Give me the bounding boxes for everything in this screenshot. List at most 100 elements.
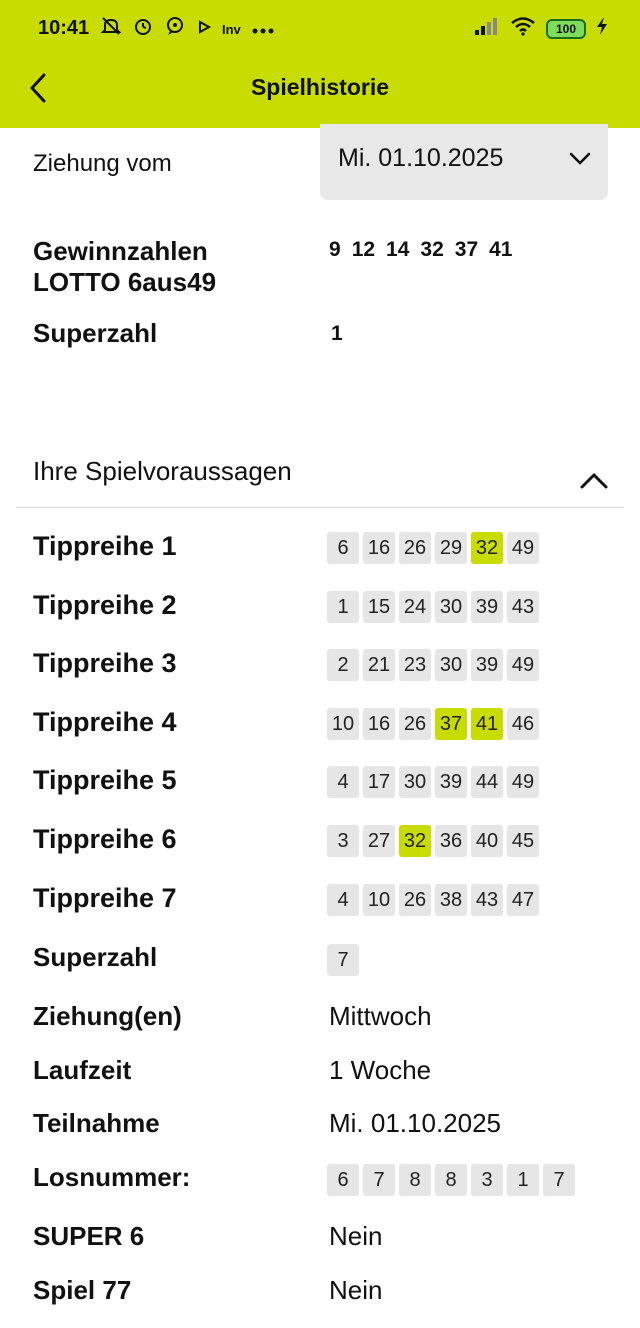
number-chip: 16 xyxy=(363,532,395,564)
number-chip: 6 xyxy=(327,532,359,564)
teilnahme-label: Teilnahme xyxy=(33,1108,160,1138)
spiel77-value: Nein xyxy=(329,1275,383,1305)
play-icon xyxy=(196,18,212,42)
digit-chip: 6 xyxy=(327,1164,359,1196)
number-chip: 26 xyxy=(399,884,431,916)
draw-superzahl-label: Superzahl xyxy=(33,318,158,348)
prediction-row-label: Tippreihe 6 xyxy=(33,824,177,854)
prediction-row-label: Tippreihe 7 xyxy=(33,883,177,913)
number-chip: 47 xyxy=(507,884,539,916)
number-chip: 2 xyxy=(327,649,359,681)
number-chip: 23 xyxy=(399,649,431,681)
number-chip: 49 xyxy=(507,649,539,681)
digit-chip: 7 xyxy=(363,1164,395,1196)
losnummer-label: Losnummer: xyxy=(33,1162,191,1192)
number-chip: 24 xyxy=(399,591,431,623)
winning-number: 9 xyxy=(329,238,341,261)
number-chip: 44 xyxy=(471,766,503,798)
wifi-icon xyxy=(510,16,536,41)
prediction-numbers: 4 17 30 39 44 49 xyxy=(327,766,539,798)
digit-chip: 8 xyxy=(435,1164,467,1196)
super6-label: SUPER 6 xyxy=(33,1221,145,1251)
number-chip: 1 xyxy=(327,591,359,623)
winning-numbers-label: Gewinnzahlen LOTTO 6aus49 xyxy=(33,236,216,298)
number-chip-match: 41 xyxy=(471,708,503,740)
winning-number: 37 xyxy=(454,238,479,261)
collapse-section-button[interactable] xyxy=(578,470,610,497)
digit-chip: 1 xyxy=(507,1164,539,1196)
page-title: Spielhistorie xyxy=(250,74,390,100)
number-chip: 43 xyxy=(507,591,539,623)
prediction-row: Tippreihe 7 4 10 26 38 43 47 xyxy=(33,883,613,923)
number-chip: 26 xyxy=(399,708,431,740)
number-chip: 10 xyxy=(363,884,395,916)
winning-number: 12 xyxy=(351,238,376,261)
number-chip-match: 32 xyxy=(399,825,431,857)
prediction-numbers: 2 21 23 30 39 49 xyxy=(327,649,539,681)
number-chip: 39 xyxy=(435,766,467,798)
status-icons: Inv xyxy=(100,15,275,44)
chevron-up-icon xyxy=(580,473,608,489)
spiel77-label: Spiel 77 xyxy=(33,1275,132,1305)
prediction-row-label: Tippreihe 3 xyxy=(33,648,177,678)
winning-numbers-label-line2: LOTTO 6aus49 xyxy=(33,267,217,297)
draw-date-select[interactable]: Mi. 01.10.2025 xyxy=(320,124,608,200)
ziehungen-value: Mittwoch xyxy=(329,1001,432,1031)
number-chip: 10 xyxy=(327,708,359,740)
prediction-row: Tippreihe 6 3 27 32 36 40 45 xyxy=(33,824,613,864)
number-chip: 3 xyxy=(327,825,359,857)
number-chip: 46 xyxy=(507,708,539,740)
charging-bolt-icon xyxy=(596,16,608,41)
number-chip: 45 xyxy=(507,825,539,857)
losnummer-digits: 6 7 8 8 3 1 7 xyxy=(327,1164,575,1196)
inv-badge: Inv xyxy=(222,21,241,37)
prediction-numbers: 4 10 26 38 43 47 xyxy=(327,884,539,916)
prediction-row: Tippreihe 5 4 17 30 39 44 49 xyxy=(33,765,613,805)
laufzeit-label: Laufzeit xyxy=(33,1055,132,1085)
number-chip: 26 xyxy=(399,532,431,564)
number-chip: 16 xyxy=(363,708,395,740)
digit-chip: 8 xyxy=(399,1164,431,1196)
prediction-row: Tippreihe 4 10 16 26 37 41 46 xyxy=(33,707,613,747)
prediction-row: Tippreihe 1 6 16 26 29 32 49 xyxy=(33,531,613,571)
chevron-down-icon xyxy=(568,150,592,171)
prediction-row-label: Tippreihe 2 xyxy=(33,590,177,620)
prediction-row: Tippreihe 3 2 21 23 30 39 49 xyxy=(33,648,613,688)
winning-number: 41 xyxy=(489,238,513,261)
number-chip: 30 xyxy=(435,649,467,681)
teilnahme-value: Mi. 01.10.2025 xyxy=(329,1108,502,1138)
winning-numbers-label-line1: Gewinnzahlen xyxy=(33,236,208,266)
battery-indicator: 100 xyxy=(546,18,586,39)
digit-chip: 7 xyxy=(543,1164,575,1196)
prediction-numbers: 1 15 24 30 39 43 xyxy=(327,591,539,623)
number-chip: 49 xyxy=(507,766,539,798)
number-chip: 15 xyxy=(363,591,395,623)
number-chip: 27 xyxy=(363,825,395,857)
draw-date-value: Mi. 01.10.2025 xyxy=(338,144,504,172)
number-chip: 30 xyxy=(435,591,467,623)
prediction-row-label: Tippreihe 4 xyxy=(33,707,177,737)
number-chip: 29 xyxy=(435,532,467,564)
prediction-row: Tippreihe 2 1 15 24 30 39 43 xyxy=(33,590,613,630)
number-chip: 43 xyxy=(471,884,503,916)
number-chip-match: 32 xyxy=(471,532,503,564)
muted-notification-icon xyxy=(100,15,122,44)
number-chip: 4 xyxy=(327,766,359,798)
prediction-superzahl-row: Superzahl 7 xyxy=(33,942,613,982)
laufzeit-value: 1 Woche xyxy=(329,1055,432,1085)
number-chip: 49 xyxy=(507,532,539,564)
winning-numbers: 9 12 14 32 37 41 xyxy=(329,238,512,262)
prediction-numbers: 10 16 26 37 41 46 xyxy=(327,708,539,740)
prediction-row-label: Tippreihe 1 xyxy=(33,531,177,561)
number-chip: 4 xyxy=(327,884,359,916)
divider xyxy=(16,507,624,508)
winning-number: 14 xyxy=(386,238,410,261)
number-chip: 38 xyxy=(435,884,467,916)
number-chip: 17 xyxy=(363,766,395,798)
prediction-numbers: 6 16 26 29 32 49 xyxy=(327,532,539,564)
ziehungen-label: Ziehung(en) xyxy=(33,1001,182,1031)
predictions-section-title: Ihre Spielvoraussagen xyxy=(33,456,292,486)
winning-number: 32 xyxy=(420,238,444,261)
prediction-numbers: 3 27 32 36 40 45 xyxy=(327,825,539,857)
prediction-row-label: Tippreihe 5 xyxy=(33,765,177,795)
